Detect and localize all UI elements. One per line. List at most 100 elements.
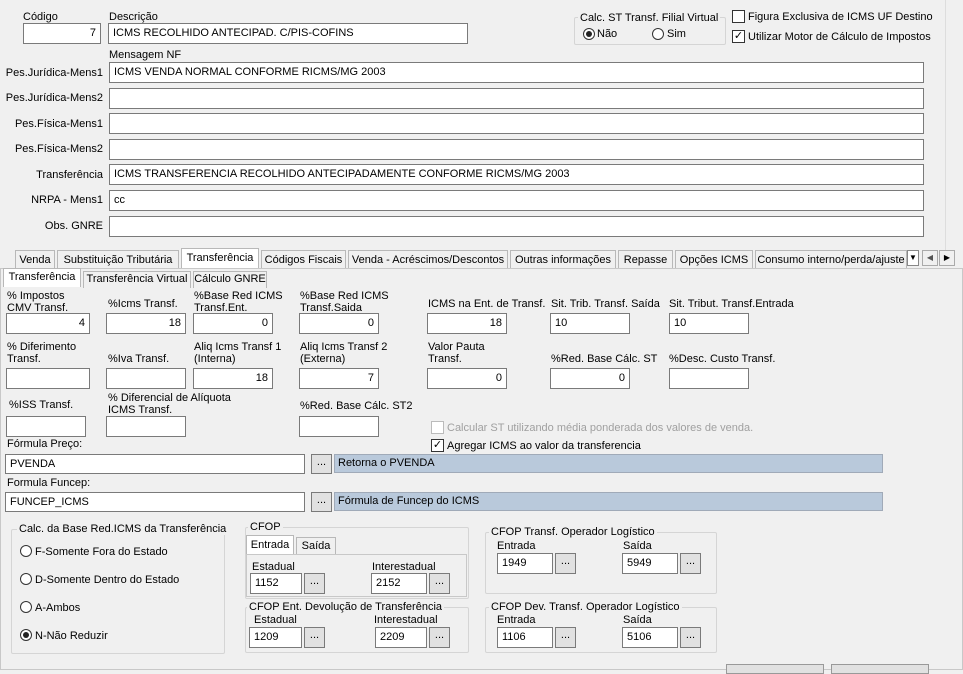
iva-transf-input[interactable] <box>106 368 186 389</box>
red-base-st2-input[interactable] <box>299 416 379 437</box>
red-base-st2-label: %Red. Base Cálc. ST2 <box>300 400 413 412</box>
cfop-estadual-button[interactable]: ... <box>304 573 325 594</box>
cfop-interestadual-button[interactable]: ... <box>429 573 450 594</box>
cfop-tab-saida[interactable]: Saída <box>296 537 336 555</box>
cfop-dev-op-log-saida-input[interactable]: 5106 <box>622 627 678 648</box>
calc-st-nao-radio[interactable] <box>583 28 595 40</box>
base-red-option-n-radio[interactable] <box>20 629 32 641</box>
sit-trib-entrada-input[interactable]: 10 <box>669 313 749 334</box>
cfop-dev-estadual-label: Estadual <box>254 614 297 626</box>
base-red-option-f-radio[interactable] <box>20 545 32 557</box>
tab-opcoes-icms[interactable]: Opções ICMS <box>675 250 753 270</box>
msg-label-pf2: Pes.Física-Mens2 <box>14 143 103 155</box>
dif-aliquota-label: % Diferencial de Alíquota ICMS Transf. <box>108 392 231 416</box>
iss-transf-input[interactable] <box>6 416 86 437</box>
cfop-dev-interestadual-input[interactable]: 2209 <box>375 627 427 648</box>
base-red-option-n-label: N-Não Reduzir <box>35 630 108 642</box>
cfop-op-log-entrada-input[interactable]: 1949 <box>497 553 553 574</box>
tab-repasse[interactable]: Repasse <box>618 250 673 270</box>
cfop-op-log-entrada-button[interactable]: ... <box>555 553 576 574</box>
aliq-externa-label: Aliq Icms Transf 2 (Externa) <box>300 341 388 365</box>
cfop-tab-entrada[interactable]: Entrada <box>246 535 294 555</box>
subtab-calculo-gnre[interactable]: Cálculo GNRE <box>193 271 267 288</box>
msg-input-gnre[interactable] <box>109 216 924 237</box>
base-red-option-d-radio[interactable] <box>20 573 32 585</box>
cfop-dev-estadual-button[interactable]: ... <box>304 627 325 648</box>
cfop-op-log-saida-button[interactable]: ... <box>680 553 701 574</box>
cfop-dev-interestadual-button[interactable]: ... <box>429 627 450 648</box>
cfop-op-log-saida-label: Saída <box>623 540 652 552</box>
msg-label-pj1: Pes.Jurídica-Mens1 <box>5 67 103 79</box>
red-base-st-input[interactable]: 0 <box>550 368 630 389</box>
tabs-scroll-left-icon[interactable]: ◀ <box>922 250 938 266</box>
base-red-option-a-radio[interactable] <box>20 601 32 613</box>
msg-label-pf1: Pes.Física-Mens1 <box>14 118 103 130</box>
calc-st-media-checkbox[interactable] <box>431 421 444 434</box>
base-red-option-d-label: D-Somente Dentro do Estado <box>35 574 180 586</box>
cfop-dev-op-log-saida-button[interactable]: ... <box>680 627 701 648</box>
msg-input-pj1[interactable]: ICMS VENDA NORMAL CONFORME RICMS/MG 2003 <box>109 62 924 83</box>
tab-outras-informacoes[interactable]: Outras informações <box>510 250 616 270</box>
base-red-option-a-label: A-Ambos <box>35 602 81 614</box>
base-red-saida-input[interactable]: 0 <box>299 313 379 334</box>
impostos-cmv-input[interactable]: 4 <box>6 313 90 334</box>
formula-preco-button[interactable]: ... <box>311 454 332 474</box>
bottom-button-2[interactable] <box>831 664 929 674</box>
calc-st-sim-radio[interactable] <box>652 28 664 40</box>
codigo-label: Código <box>23 11 58 23</box>
tab-substituicao[interactable]: Substituição Tributária <box>57 250 179 270</box>
msg-label-gnre: Obs. GNRE <box>44 220 103 232</box>
valor-pauta-input[interactable]: 0 <box>427 368 507 389</box>
sit-trib-saida-input[interactable]: 10 <box>550 313 630 334</box>
cfop-dev-op-log-saida-label: Saída <box>623 614 652 626</box>
base-red-group-title: Calc. da Base Red.ICMS da Transferência <box>17 523 229 535</box>
formula-funcep-button[interactable]: ... <box>311 492 332 512</box>
tab-transferencia[interactable]: Transferência <box>181 248 259 270</box>
utilizar-motor-checkbox[interactable]: ✓ <box>732 30 745 43</box>
formula-preco-input[interactable]: PVENDA <box>5 454 305 474</box>
calc-st-nao-label: Não <box>597 28 618 40</box>
cfop-dev-op-log-entrada-input[interactable]: 1106 <box>497 627 553 648</box>
msg-input-pf2[interactable] <box>109 139 924 160</box>
iss-transf-label: %ISS Transf. <box>9 399 74 411</box>
msg-label-transf: Transferência <box>36 169 103 181</box>
msg-label-pj2: Pes.Jurídica-Mens2 <box>5 92 103 104</box>
cfop-interestadual-input[interactable]: 2152 <box>371 573 427 594</box>
msg-input-pj2[interactable] <box>109 88 924 109</box>
tab-consumo-interno[interactable]: Consumo interno/perda/ajuste <box>755 250 907 270</box>
icms-transf-input[interactable]: 18 <box>106 313 186 334</box>
agregar-icms-label: Agregar ICMS ao valor da transferencia <box>447 440 641 452</box>
vertical-scrollbar[interactable] <box>945 0 963 250</box>
iva-transf-label: %Iva Transf. <box>108 353 170 365</box>
msg-input-nrpa[interactable]: cc <box>109 190 924 211</box>
agregar-icms-checkbox[interactable]: ✓ <box>431 439 444 452</box>
msg-input-pf1[interactable] <box>109 113 924 134</box>
cfop-dev-estadual-input[interactable]: 1209 <box>249 627 302 648</box>
base-red-ent-input[interactable]: 0 <box>193 313 273 334</box>
tab-codigos-fiscais[interactable]: Códigos Fiscais <box>261 250 346 270</box>
tab-venda[interactable]: Venda <box>15 250 55 270</box>
cfop-dev-op-log-entrada-button[interactable]: ... <box>555 627 576 648</box>
subtab-transferencia-virtual[interactable]: Transferência Virtual <box>83 271 191 288</box>
icms-ent-input[interactable]: 18 <box>427 313 507 334</box>
figura-exclusiva-checkbox[interactable] <box>732 10 745 23</box>
codigo-input[interactable]: 7 <box>23 23 101 44</box>
desc-custo-input[interactable] <box>669 368 749 389</box>
dif-aliquota-input[interactable] <box>106 416 186 437</box>
bottom-button-1[interactable] <box>726 664 824 674</box>
cfop-estadual-input[interactable]: 1152 <box>250 573 302 594</box>
icms-ent-label: ICMS na Ent. de Transf. <box>428 298 546 310</box>
cfop-dev-op-log-entrada-label: Entrada <box>497 614 536 626</box>
cfop-op-log-saida-input[interactable]: 5949 <box>622 553 678 574</box>
aliq-externa-input[interactable]: 7 <box>299 368 379 389</box>
subtab-transferencia[interactable]: Transferência <box>3 268 81 287</box>
tabs-dropdown-icon[interactable]: ▼ <box>907 250 919 266</box>
descricao-input[interactable]: ICMS RECOLHIDO ANTECIPAD. C/PIS-COFINS <box>108 23 468 44</box>
diferimento-input[interactable] <box>6 368 90 389</box>
formula-funcep-input[interactable]: FUNCEP_ICMS <box>5 492 305 512</box>
msg-input-transf[interactable]: ICMS TRANSFERENCIA RECOLHIDO ANTECIPADAM… <box>109 164 924 185</box>
tabs-scroll-right-icon[interactable]: ▶ <box>939 250 955 266</box>
valor-pauta-label: Valor Pauta Transf. <box>428 341 485 365</box>
tab-venda-acrescimos[interactable]: Venda - Acréscimos/Descontos <box>348 250 508 270</box>
aliq-interna-input[interactable]: 18 <box>193 368 273 389</box>
